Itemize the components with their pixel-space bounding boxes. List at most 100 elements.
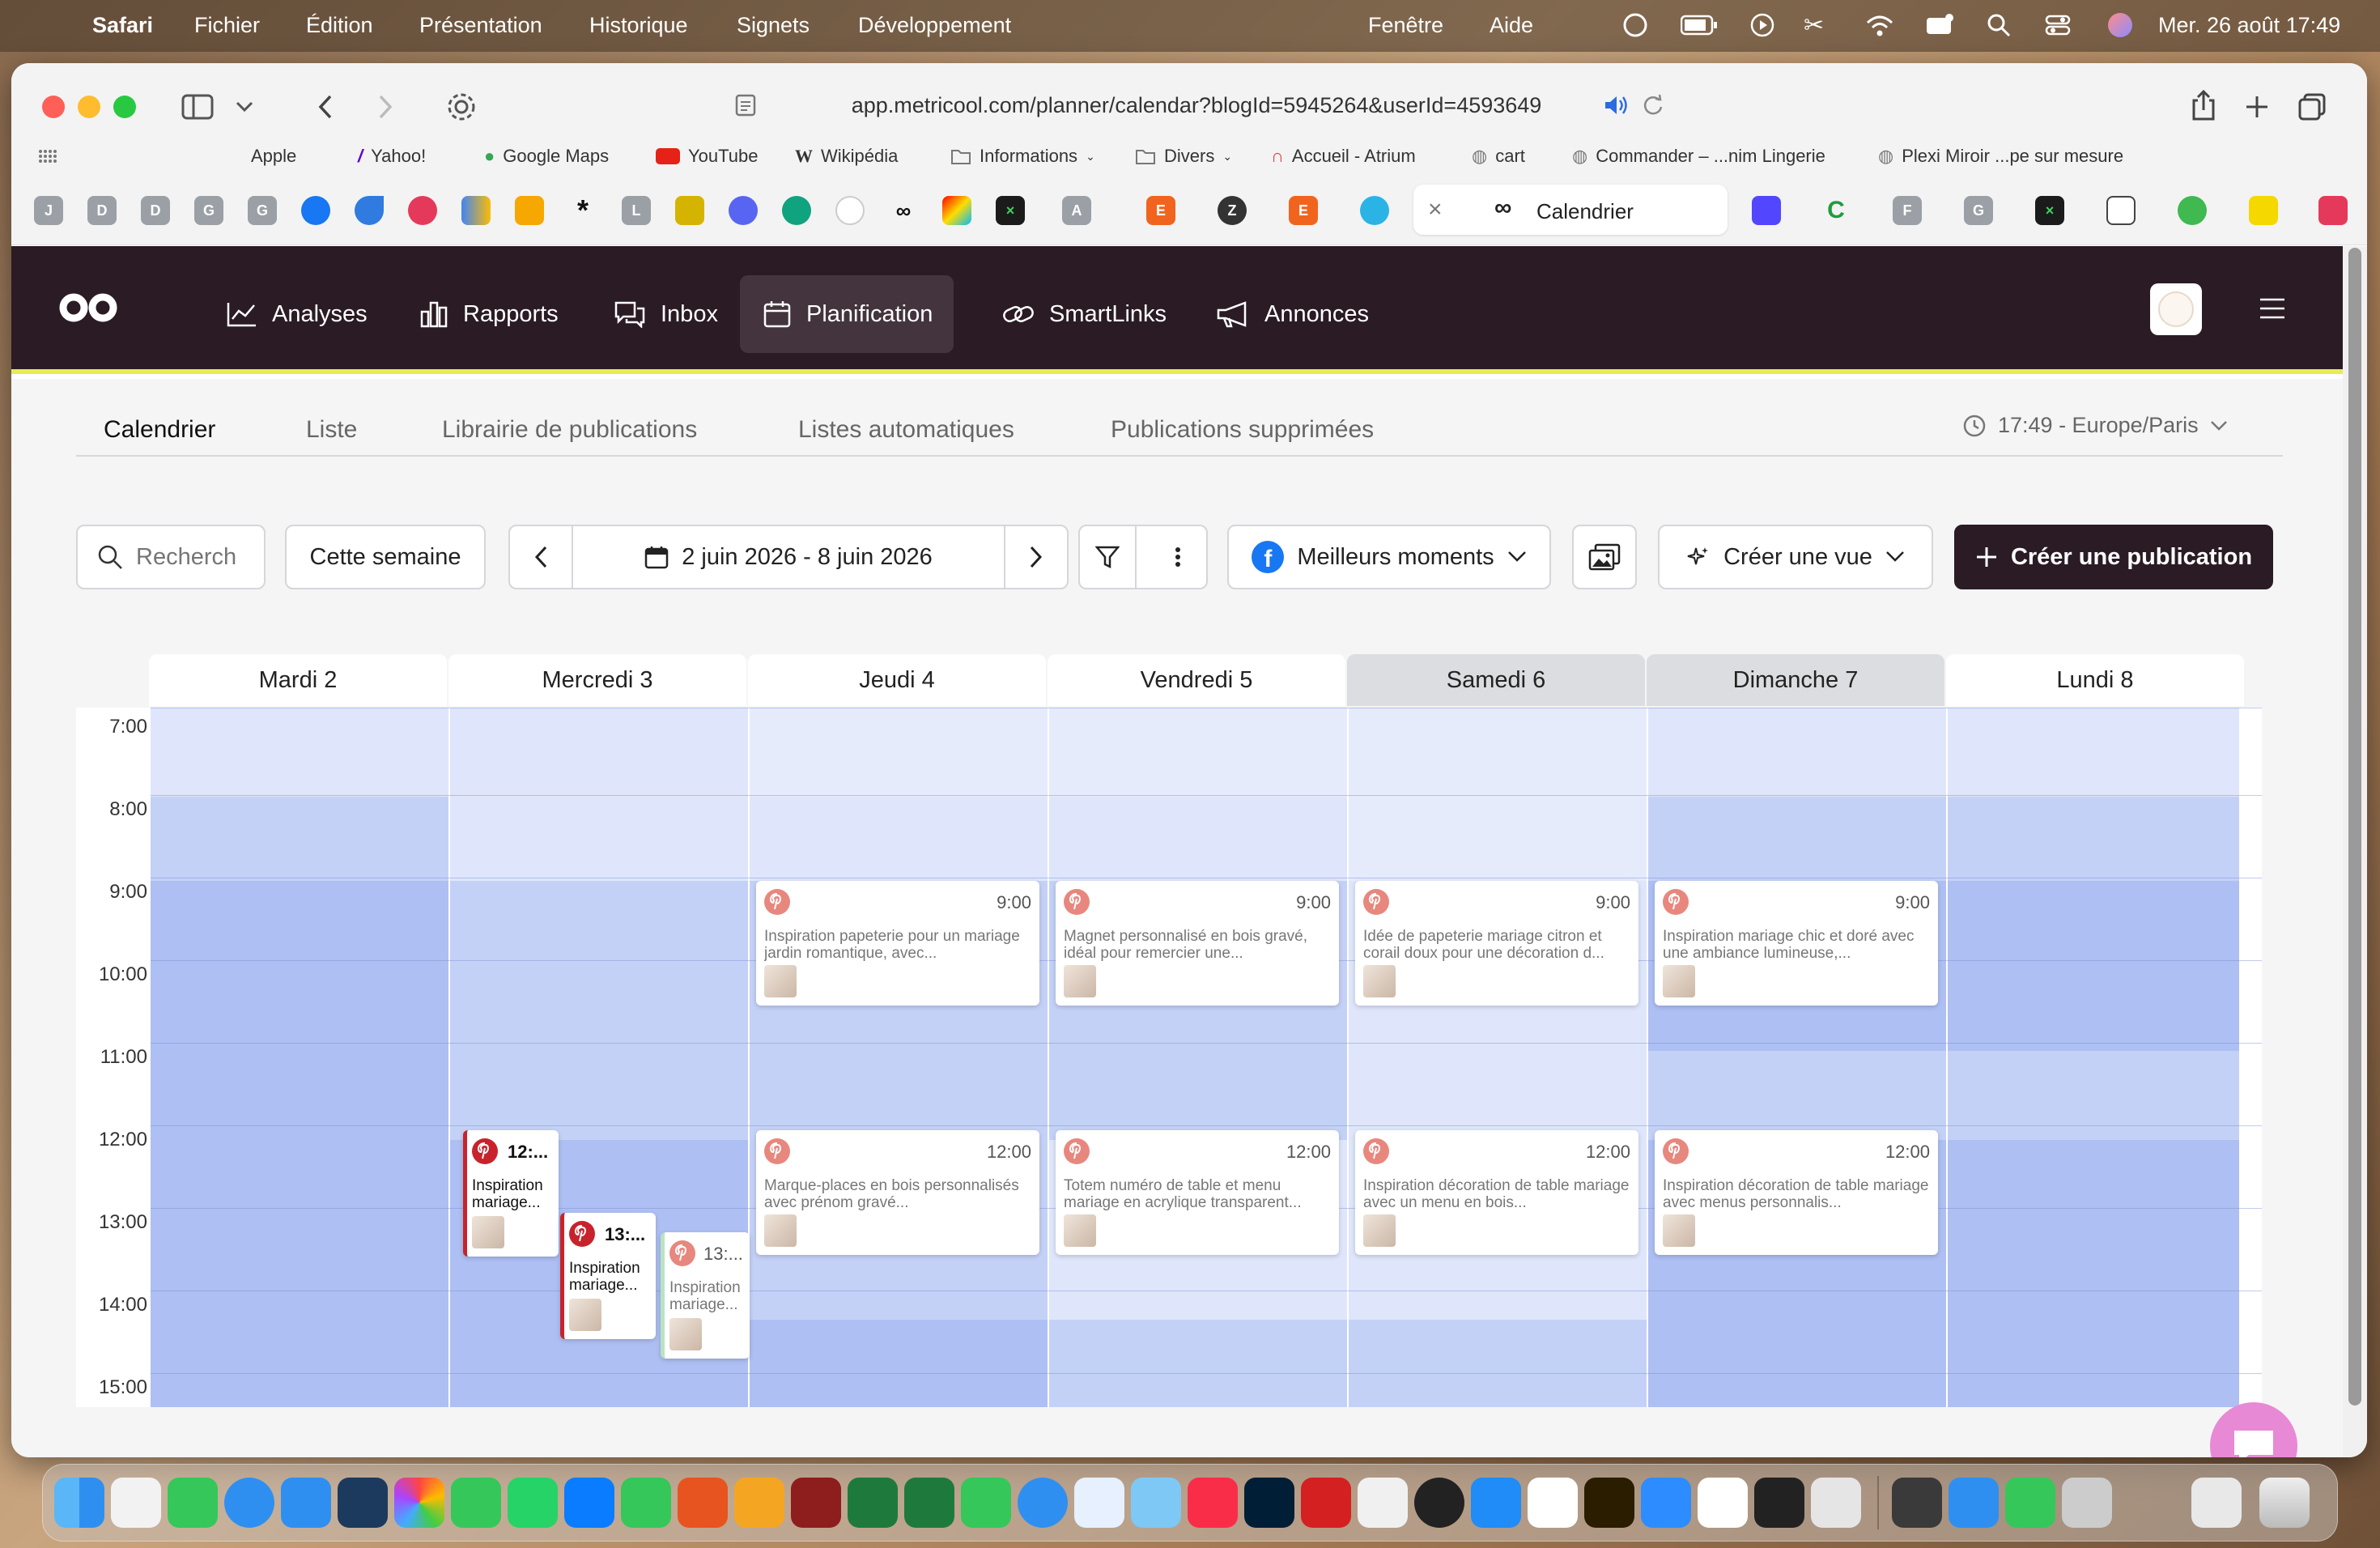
tab-overview-icon[interactable]	[2294, 89, 2330, 125]
bookmark-folder-divers[interactable]: Divers ⌄	[1135, 146, 1232, 167]
tab-purple-icon[interactable]	[1752, 196, 1781, 225]
tab-favicon-z[interactable]: Z	[1218, 196, 1247, 225]
disk-utility-icon[interactable]	[1074, 1478, 1124, 1528]
close-window-button[interactable]	[42, 96, 65, 118]
gear-icon[interactable]	[444, 89, 479, 125]
scheduled-post-card[interactable]: 12:00 Inspiration décoration de table ma…	[1355, 1130, 1638, 1255]
menu-edition[interactable]: Édition	[306, 13, 373, 38]
tab-favicon-g3[interactable]: G	[1964, 196, 1993, 225]
pages-icon[interactable]	[734, 1478, 784, 1528]
preview-icon[interactable]	[1131, 1478, 1181, 1528]
bridge-icon[interactable]	[1584, 1478, 1634, 1528]
tab-yellow-icon[interactable]	[2249, 196, 2278, 225]
scheduled-post-card[interactable]: 9:00 Idée de papeterie mariage citron et…	[1355, 881, 1638, 1006]
scheduled-post-card[interactable]: 9:00 Inspiration papeterie pour un maria…	[756, 881, 1039, 1006]
bookmark-yahoo[interactable]: / Yahoo!	[358, 146, 426, 167]
photos-icon[interactable]	[394, 1478, 444, 1528]
create-view-dropdown[interactable]: Créer une vue	[1658, 525, 1933, 589]
tab-green-round-icon[interactable]	[2178, 196, 2207, 225]
date-range-picker[interactable]: 2 juin 2026 - 8 juin 2026	[586, 544, 991, 571]
music-icon[interactable]	[1188, 1478, 1238, 1528]
safari-icon[interactable]	[224, 1478, 274, 1528]
metricool-logo-icon[interactable]	[58, 291, 118, 324]
tab-image-icon[interactable]	[675, 196, 704, 225]
play-icon[interactable]	[1750, 13, 1774, 37]
nav-smartlinks[interactable]: SmartLinks	[980, 275, 1189, 353]
tab-x-green-icon-2[interactable]: ×	[2035, 196, 2064, 225]
messenger-icon[interactable]	[564, 1478, 614, 1528]
bookmark-folder-informations[interactable]: Informations ⌄	[950, 146, 1095, 167]
tab-etsy-icon-2[interactable]: E	[1289, 196, 1318, 225]
subtab-publications-supprimees[interactable]: Publications supprimées	[1111, 416, 1374, 444]
menu-fenetre[interactable]: Fenêtre	[1368, 13, 1443, 38]
xtool-icon[interactable]	[904, 1478, 954, 1528]
menu-signets[interactable]: Signets	[737, 13, 810, 38]
battery-icon[interactable]	[1681, 15, 1718, 36]
close-tab-icon[interactable]: ×	[1428, 196, 1443, 223]
tab-favicon-d2[interactable]: D	[141, 196, 170, 225]
tab-red-square-icon[interactable]	[2318, 196, 2348, 225]
menu-fichier[interactable]: Fichier	[194, 13, 260, 38]
tab-blue-leaf-icon[interactable]	[355, 196, 384, 225]
best-moments-dropdown[interactable]: f Meilleurs moments	[1227, 525, 1551, 589]
page-scrollbar[interactable]	[2343, 246, 2367, 1457]
utility-icon[interactable]	[1892, 1478, 1942, 1528]
published-post-card[interactable]: 13:... Inspiration mariage...	[560, 1213, 656, 1339]
support-chat-button[interactable]	[2210, 1402, 2297, 1457]
speaker-icon[interactable]	[1603, 94, 1629, 117]
bookmark-plexi-miroir[interactable]: ◍ Plexi Miroir ...pe sur mesure	[1878, 146, 2123, 167]
day-column-vendredi[interactable]	[1049, 708, 1347, 1407]
tab-colorful-icon[interactable]	[942, 196, 971, 225]
calendar-grid[interactable]: 7:00 8:00 9:00 10:00 11:00 12:00 13:00 1…	[76, 708, 2262, 1407]
scheduled-post-card[interactable]: 12:00 Totem numéro de table et menu mari…	[1056, 1130, 1339, 1255]
downloads-stack-icon[interactable]	[2191, 1478, 2242, 1528]
tab-red-circle-icon[interactable]	[408, 196, 437, 225]
tab-asterisk-icon[interactable]: *	[568, 194, 597, 227]
menu-presentation[interactable]: Présentation	[419, 13, 542, 38]
day-column-jeudi[interactable]	[750, 708, 1048, 1407]
more-options-button[interactable]	[1150, 526, 1206, 588]
shazam-icon[interactable]	[1018, 1478, 1068, 1528]
chatgpt-app-icon[interactable]	[1528, 1478, 1578, 1528]
day-column-mardi[interactable]	[151, 708, 448, 1407]
bookmark-apple[interactable]: Apple	[243, 146, 296, 167]
notification-icon[interactable]	[1925, 13, 1954, 37]
subtab-calendrier[interactable]: Calendrier	[104, 416, 215, 444]
menu-historique[interactable]: Historique	[589, 13, 688, 38]
create-publication-button[interactable]: Créer une publication	[1954, 525, 2273, 589]
back-icon[interactable]	[309, 91, 342, 123]
zoom-window-button[interactable]	[113, 96, 136, 118]
bookmark-commander[interactable]: ◍ Commander – ...nim Lingerie	[1572, 146, 1825, 167]
numbers-icon[interactable]	[621, 1478, 671, 1528]
search-box[interactable]	[76, 525, 266, 589]
published-post-card[interactable]: 12:... Inspiration mariage...	[463, 1130, 559, 1257]
tab-green-c-icon[interactable]: C	[1821, 196, 1851, 225]
share-icon[interactable]	[2186, 87, 2221, 123]
this-week-button[interactable]: Cette semaine	[285, 525, 486, 589]
messages-icon[interactable]	[451, 1478, 501, 1528]
mail-icon[interactable]	[281, 1478, 331, 1528]
bookmark-atrium[interactable]: ∩ Accueil - Atrium	[1271, 146, 1416, 167]
control-center-icon[interactable]	[2045, 13, 2071, 37]
excel-icon[interactable]	[848, 1478, 898, 1528]
menubar-clock[interactable]: Mer. 26 août 17:49	[2158, 13, 2340, 38]
minimize-window-button[interactable]	[78, 96, 100, 118]
whatsapp-icon[interactable]	[508, 1478, 558, 1528]
tab-discord-icon[interactable]	[729, 196, 758, 225]
media-gallery-button[interactable]	[1572, 525, 1637, 589]
facetime-icon[interactable]	[168, 1478, 218, 1528]
nav-rapports[interactable]: Rapports	[397, 275, 581, 353]
wifi-icon[interactable]	[1865, 13, 1894, 37]
spotlight-search-icon[interactable]	[1987, 13, 2011, 37]
pencil-app-icon[interactable]	[678, 1478, 728, 1528]
timezone-selector[interactable]: 17:49 - Europe/Paris	[1962, 413, 2228, 438]
tab-bar-chart-icon[interactable]	[515, 196, 544, 225]
sidebar-toggle-icon[interactable]	[180, 91, 215, 123]
subtab-liste[interactable]: Liste	[306, 416, 357, 444]
tab-x-green-icon[interactable]: ×	[996, 196, 1025, 225]
nav-analyses[interactable]: Analyses	[204, 275, 390, 353]
photoshop-icon[interactable]	[1244, 1478, 1294, 1528]
finder-drive-icon[interactable]	[1949, 1478, 1999, 1528]
scheduled-post-card[interactable]: 12:00 Inspiration décoration de table ma…	[1655, 1130, 1938, 1255]
tab-blue-c-icon[interactable]	[1360, 196, 1389, 225]
